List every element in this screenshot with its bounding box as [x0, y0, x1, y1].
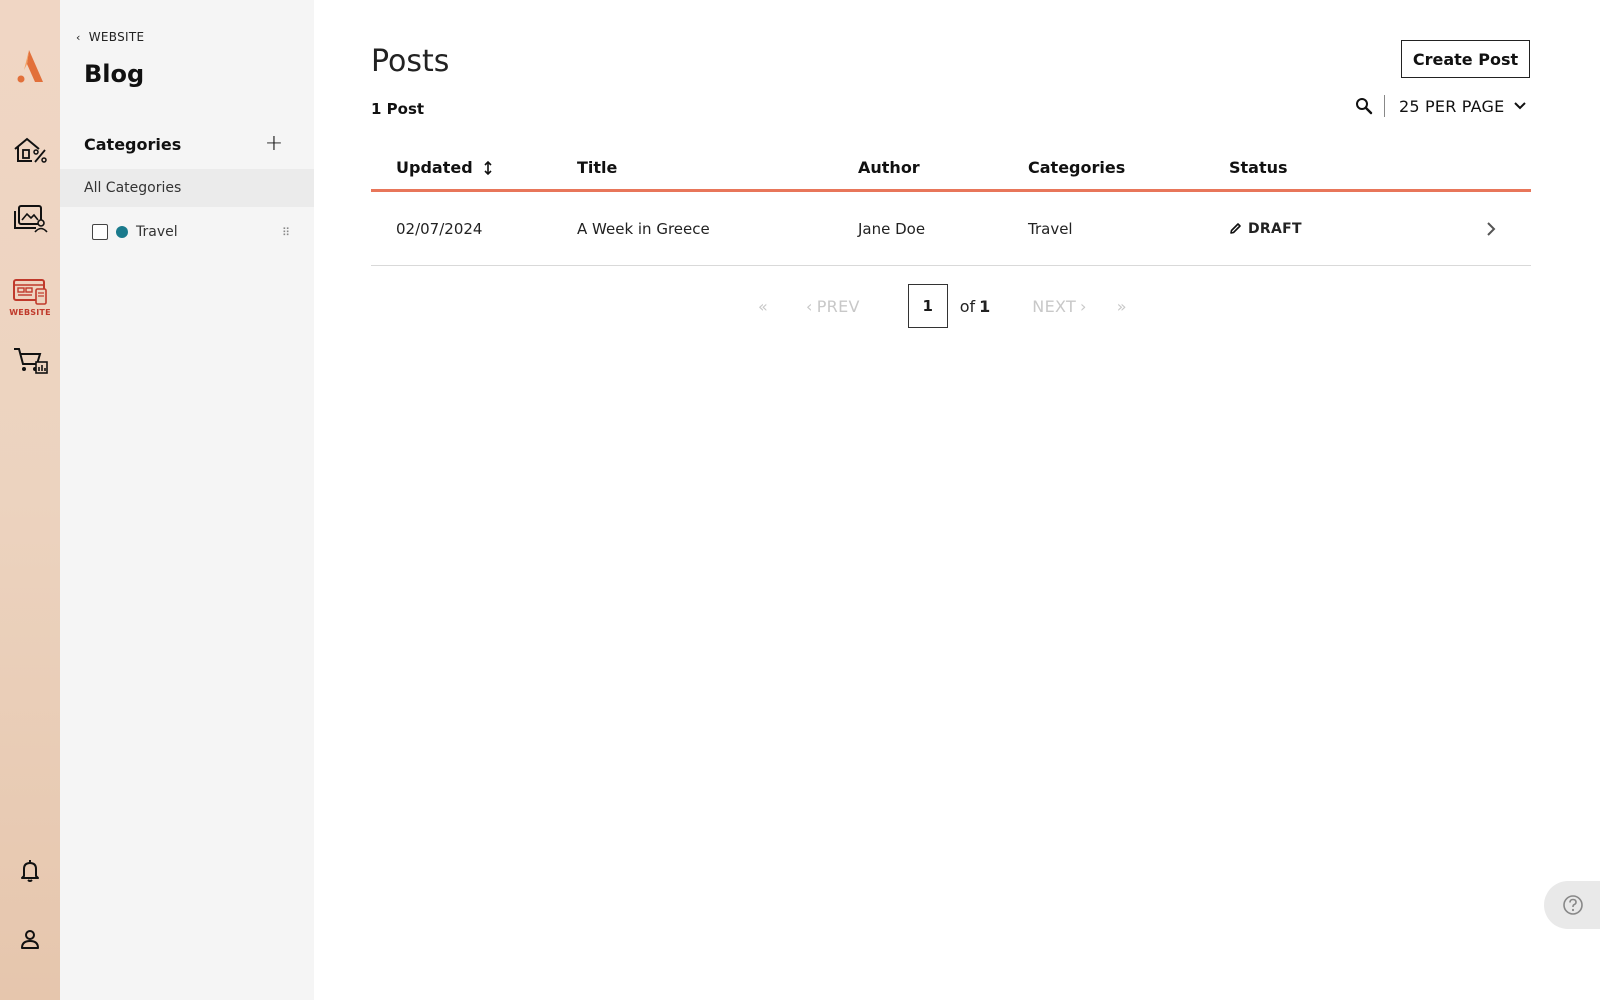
tools-divider [1384, 95, 1385, 117]
pagination: « ‹ PREV 1 of 1 NEXT › » [758, 284, 1127, 328]
column-header-categories: Categories [1028, 158, 1126, 177]
help-icon [1563, 895, 1583, 915]
per-page-select[interactable]: 25 PER PAGE [1399, 96, 1527, 116]
categories-header: Categories + [84, 133, 284, 155]
page-title: Posts [371, 44, 450, 79]
table-row[interactable]: 02/07/2024 A Week in Greece Jane Doe Tra… [371, 192, 1531, 266]
brand-logo-icon[interactable] [15, 48, 45, 84]
category-checkbox[interactable] [92, 224, 108, 240]
rail-item-media[interactable] [10, 198, 50, 238]
rail-item-website-label: WEBSITE [9, 307, 51, 317]
page-total-value: 1 [979, 296, 991, 316]
chevron-left-icon: ‹ [806, 296, 813, 316]
help-button[interactable] [1544, 881, 1600, 929]
category-item-travel[interactable]: Travel ⠿ [84, 220, 290, 244]
app-rail: WEBSITE [0, 0, 60, 1000]
cell-categories: Travel [1028, 219, 1073, 238]
last-page-button[interactable]: » [1117, 297, 1127, 316]
list-tools: 25 PER PAGE [1354, 94, 1527, 118]
column-header-status: Status [1229, 158, 1288, 177]
cart-chart-icon [14, 348, 48, 374]
status-label: DRAFT [1248, 220, 1302, 237]
first-page-button[interactable]: « [758, 297, 778, 316]
prev-label: PREV [816, 296, 860, 316]
rail-item-account[interactable] [10, 919, 50, 959]
blog-sidebar: ‹ WEBSITE Blog Categories + All Categori… [60, 0, 314, 1000]
sort-icon[interactable] [483, 160, 493, 176]
cell-status: DRAFT [1229, 221, 1479, 237]
back-link-label: WEBSITE [88, 30, 145, 44]
chevron-left-icon: ‹ [76, 30, 81, 44]
per-page-label: 25 PER PAGE [1399, 96, 1505, 116]
home-percent-icon [14, 137, 47, 163]
categories-label: Categories [84, 134, 182, 154]
next-page-button[interactable]: NEXT › [1032, 297, 1086, 316]
drag-handle-icon[interactable]: ⠿ [282, 226, 290, 239]
cell-open [1479, 221, 1531, 237]
sidebar-title: Blog [84, 60, 145, 88]
rail-item-notifications[interactable] [10, 851, 50, 891]
chevron-down-icon [1514, 102, 1527, 110]
website-icon [13, 278, 47, 305]
cell-author: Jane Doe [858, 219, 926, 238]
add-category-button[interactable]: + [264, 133, 284, 155]
posts-table: Updated Title Author Categories Status 0… [371, 146, 1531, 266]
post-count: 1 Post [371, 100, 425, 118]
page-total: of 1 [960, 297, 991, 316]
status-badge: DRAFT [1229, 221, 1479, 237]
chevron-right-icon[interactable] [1486, 221, 1496, 237]
create-post-button[interactable]: Create Post [1401, 40, 1530, 78]
pencil-icon [1230, 223, 1241, 234]
column-header-updated[interactable]: Updated [371, 158, 577, 177]
all-categories-item[interactable]: All Categories [60, 169, 314, 207]
prev-page-button[interactable]: ‹ PREV [806, 297, 860, 316]
column-header-title: Title [577, 158, 618, 177]
category-color-dot [116, 226, 128, 238]
column-header-author: Author [858, 158, 920, 177]
rail-item-website[interactable]: WEBSITE [9, 273, 51, 321]
cell-updated: 02/07/2024 [396, 219, 483, 238]
rail-item-commerce[interactable] [10, 340, 50, 380]
user-icon [21, 930, 39, 949]
chevron-right-icon: › [1080, 296, 1087, 316]
column-header-label: Updated [396, 158, 473, 177]
page-number-input[interactable]: 1 [907, 284, 948, 328]
gallery-user-icon [14, 205, 48, 233]
next-label: NEXT [1032, 296, 1077, 316]
bell-icon [21, 860, 39, 882]
search-icon[interactable] [1354, 96, 1374, 116]
page-of-label: of [959, 296, 976, 316]
posts-main: Posts Create Post 1 Post 25 PER PAGE Upd… [314, 0, 1600, 1000]
back-to-website-link[interactable]: ‹ WEBSITE [76, 30, 144, 44]
table-header: Updated Title Author Categories Status [371, 146, 1531, 192]
category-name: Travel [136, 224, 178, 240]
cell-title: A Week in Greece [577, 219, 710, 238]
rail-item-properties[interactable] [10, 130, 50, 170]
